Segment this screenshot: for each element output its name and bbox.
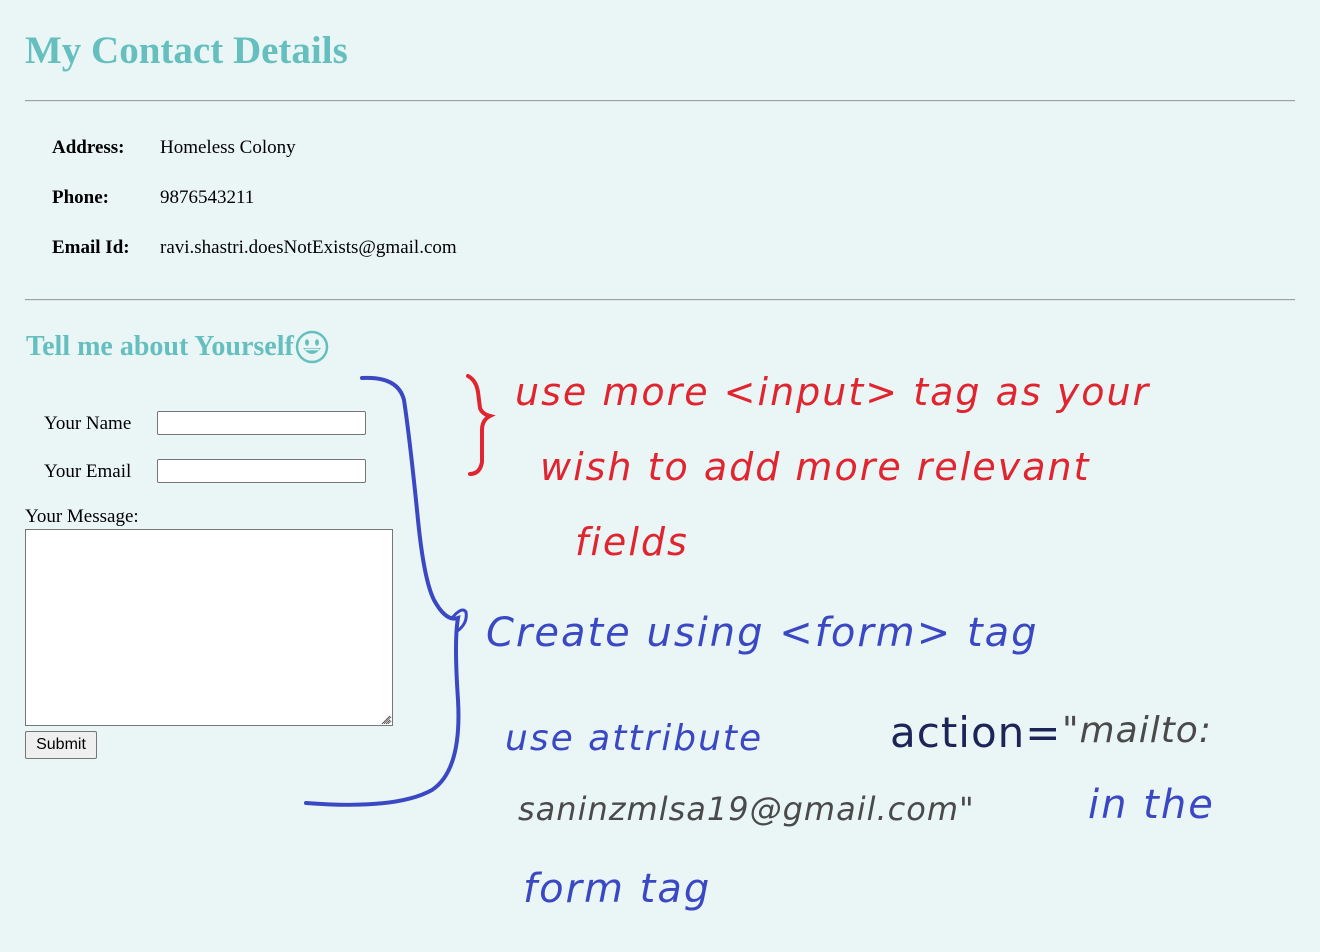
annotation-blue-line3: in the	[1088, 782, 1215, 828]
annotation-navy-action: action=	[890, 708, 1062, 757]
annotation-blue-line1: Create using <form> tag	[486, 610, 1039, 656]
contact-page: My Contact Details Address: Homeless Col…	[0, 0, 1320, 952]
annotation-blue-line2: use attribute	[505, 718, 764, 759]
annotation-blue-line4: form tag	[523, 866, 712, 912]
annotation-grey-line1: "mailto:	[1062, 710, 1212, 751]
annotation-red-line1: use more <input> tag as your	[515, 370, 1151, 414]
annotation-red-line2: wish to add more relevant	[540, 445, 1091, 489]
annotation-grey-line2: saninzmlsa19@gmail.com"	[518, 790, 975, 828]
annotation-red-line3: fields	[575, 520, 689, 564]
